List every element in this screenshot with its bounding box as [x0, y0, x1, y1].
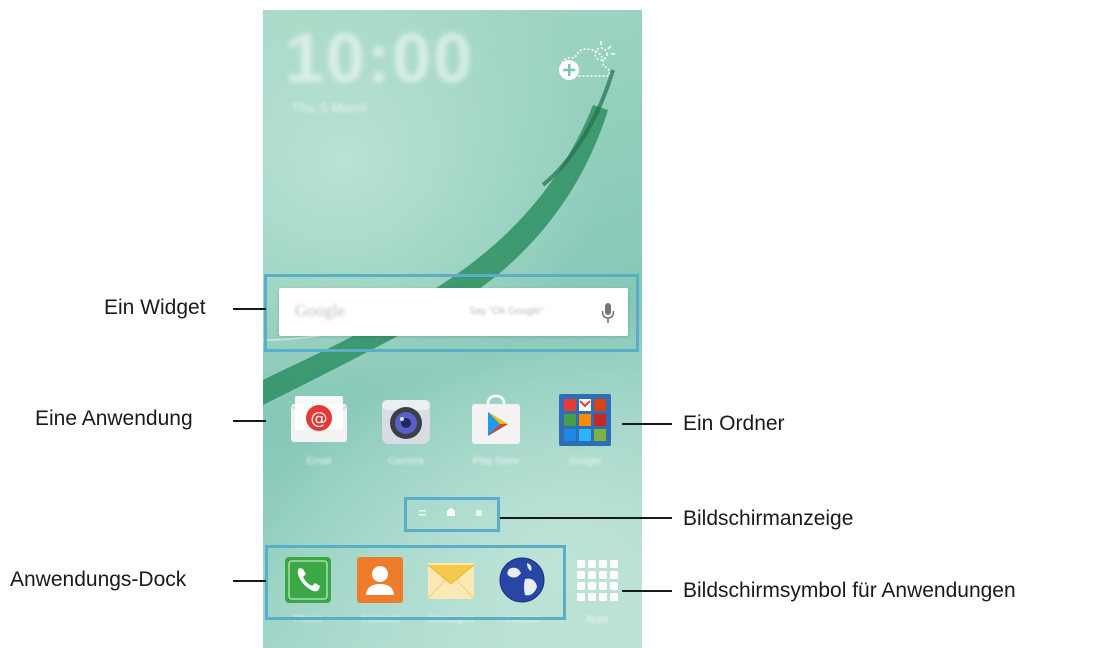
apps-screen-icon-leader-line	[622, 590, 672, 592]
apps-screen-icon-callout-label: Bildschirmsymbol für Anwendungen	[683, 579, 1016, 602]
folder-callout-label: Ein Ordner	[683, 412, 785, 435]
screen-indicator-callout-label: Bildschirmanzeige	[683, 507, 854, 530]
svg-text:@: @	[311, 409, 328, 429]
clock: 10:00	[285, 19, 475, 97]
app-dock-callout-label: Anwendungs-Dock	[10, 568, 187, 591]
app-label: Email	[306, 456, 332, 467]
app-label: Camera	[388, 456, 424, 467]
email-icon[interactable]: @	[289, 390, 349, 450]
widget-callout-label: Ein Widget	[104, 296, 206, 319]
app-label: Apps	[585, 614, 609, 625]
app-dock-highlight-frame	[265, 545, 566, 620]
application-callout-label: Eine Anwendung	[35, 407, 193, 430]
widget-leader-line	[233, 308, 266, 310]
date: Thu, 5 March	[291, 100, 368, 115]
widget-highlight-frame	[264, 274, 639, 352]
screen-indicator-highlight-frame	[404, 497, 500, 532]
add-weather-icon[interactable]	[549, 38, 619, 82]
apps-grid-icon[interactable]	[572, 555, 622, 605]
app-label: Google	[568, 456, 602, 467]
folder-leader-line	[622, 423, 672, 425]
screen-indicator-leader-line	[500, 517, 672, 519]
application-leader-line	[233, 420, 266, 422]
camera-icon[interactable]	[376, 390, 436, 450]
google-folder-icon[interactable]	[555, 390, 615, 450]
app-label: Play Store	[472, 456, 520, 467]
app-dock-leader-line	[233, 580, 266, 582]
play-store-icon[interactable]	[466, 390, 526, 450]
